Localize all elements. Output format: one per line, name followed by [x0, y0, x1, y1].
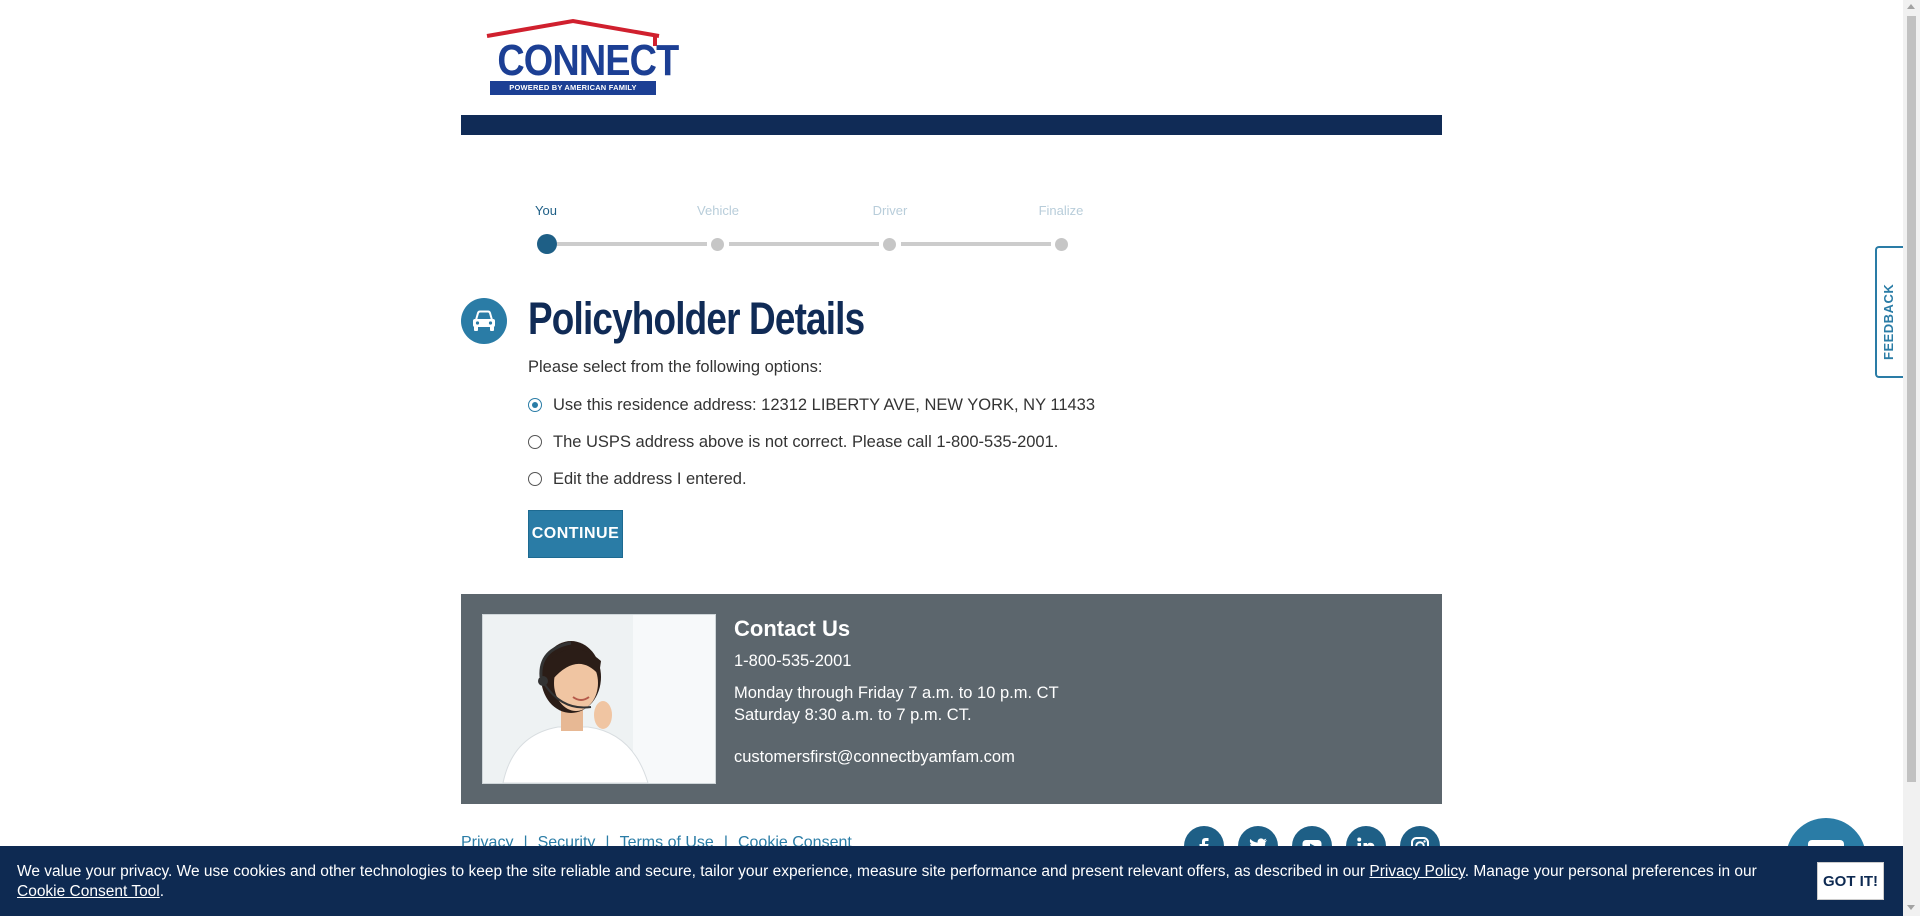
- step-label-driver: Driver: [872, 203, 908, 218]
- scroll-thumb[interactable]: [1907, 16, 1916, 782]
- step-label-finalize: Finalize: [1038, 203, 1084, 218]
- contact-phone[interactable]: 1-800-535-2001: [734, 652, 851, 671]
- radio-button[interactable]: [528, 435, 542, 449]
- progress-track: [901, 242, 1051, 246]
- contact-email[interactable]: customersfirst@connectbyamfam.com: [734, 748, 1015, 767]
- options-prompt: Please select from the following options…: [528, 358, 823, 376]
- page-title: Policyholder Details: [528, 293, 865, 344]
- support-agent-photo: [482, 614, 716, 784]
- step-dot-driver: [883, 238, 896, 251]
- header-bar: [461, 115, 1442, 135]
- privacy-policy-link[interactable]: Privacy Policy: [1369, 863, 1464, 880]
- address-option-residence[interactable]: Use this residence address: 12312 LIBERT…: [528, 393, 1095, 417]
- progress-track: [557, 242, 707, 246]
- feedback-label: FEEDBACK: [1881, 283, 1896, 360]
- option-label: The USPS address above is not correct. P…: [553, 432, 1059, 451]
- step-label-you: You: [535, 203, 557, 218]
- address-option-edit[interactable]: Edit the address I entered.: [528, 467, 747, 491]
- progress-track: [729, 242, 879, 246]
- got-it-button[interactable]: GOT IT!: [1817, 862, 1884, 900]
- step-dot-you: [537, 234, 557, 254]
- radio-button[interactable]: [528, 472, 542, 486]
- contact-hours-weekday: Monday through Friday 7 a.m. to 10 p.m. …: [734, 684, 1059, 702]
- logo-wordmark: CONNECT: [497, 36, 679, 85]
- contact-panel: Contact Us 1-800-535-2001 Monday through…: [461, 594, 1442, 804]
- option-label: Use this residence address: 12312 LIBERT…: [553, 395, 1096, 414]
- cookie-banner: We value your privacy. We use cookies an…: [0, 846, 1903, 916]
- scroll-down-icon[interactable]: [1907, 905, 1915, 910]
- step-label-vehicle: Vehicle: [697, 203, 739, 218]
- option-label: Edit the address I entered.: [553, 469, 747, 488]
- cookie-consent-tool-link[interactable]: Cookie Consent Tool: [17, 883, 160, 900]
- connect-logo[interactable]: CONNECT POWERED BY AMERICAN FAMILY INSUR…: [485, 18, 679, 106]
- step-dot-finalize: [1055, 238, 1068, 251]
- step-dot-vehicle: [711, 238, 724, 251]
- progress-tracker: You Vehicle Driver Finalize: [461, 200, 1442, 260]
- contact-hours-saturday: Saturday 8:30 a.m. to 7 p.m. CT.: [734, 706, 972, 724]
- contact-title: Contact Us: [734, 616, 851, 641]
- car-icon: [461, 298, 507, 344]
- feedback-tab[interactable]: FEEDBACK: [1875, 246, 1904, 378]
- continue-button[interactable]: CONTINUE: [528, 510, 623, 558]
- scroll-up-icon[interactable]: [1907, 4, 1915, 9]
- logo-tagline: POWERED BY AMERICAN FAMILY INSURANCE: [490, 81, 656, 106]
- address-option-usps-incorrect[interactable]: The USPS address above is not correct. P…: [528, 430, 1058, 454]
- vertical-scrollbar[interactable]: [1903, 0, 1920, 916]
- cookie-message: We value your privacy. We use cookies an…: [17, 863, 1757, 900]
- radio-button[interactable]: [528, 398, 542, 412]
